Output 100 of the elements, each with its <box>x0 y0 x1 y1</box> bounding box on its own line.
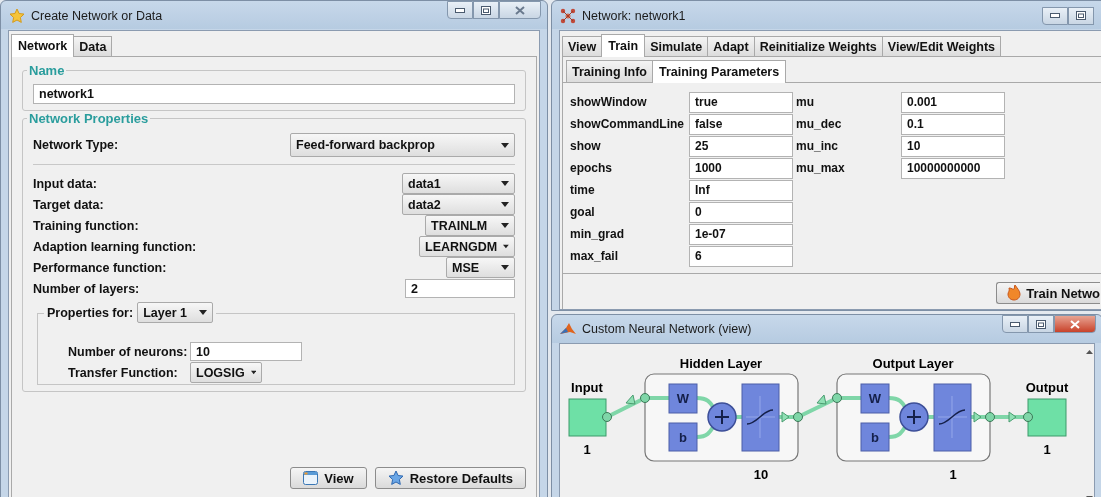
weight-block: W <box>668 383 698 414</box>
dropdown[interactable]: data2 <box>402 194 515 215</box>
bias-block: b <box>668 422 698 452</box>
node-icon <box>985 412 995 422</box>
caret-icon <box>501 142 509 148</box>
layer-title: Hidden Layer <box>679 356 763 371</box>
input-field[interactable]: 10 <box>190 342 302 361</box>
name-field[interactable]: network1 <box>33 84 515 104</box>
tab[interactable]: Train <box>601 34 646 57</box>
output-label: Output <box>1025 380 1069 395</box>
dropdown[interactable]: Feed-forward backprop <box>290 133 515 157</box>
field-label: Performance function: <box>33 260 167 275</box>
weight-block: W <box>860 383 890 414</box>
parameter-field[interactable]: false <box>689 113 793 135</box>
maximize-button[interactable] <box>1068 6 1094 25</box>
layer-size: 1 <box>949 467 957 482</box>
output-block <box>1027 398 1067 437</box>
close-button[interactable] <box>499 1 541 19</box>
field-label: Network Type: <box>33 138 119 152</box>
star-icon <box>9 7 25 24</box>
field-label: Adaption learning function: <box>33 239 197 254</box>
parameter-field[interactable]: 6 <box>689 245 793 267</box>
parameter-name: showWindow <box>570 95 648 109</box>
field-label: Properties for: <box>47 305 134 320</box>
parameter-field[interactable]: Inf <box>689 179 793 201</box>
transfer-function-block <box>933 383 972 452</box>
parameter-field[interactable]: 0.001 <box>901 91 1005 113</box>
parameter-name: time <box>570 183 596 197</box>
output-size: 1 <box>1043 442 1051 457</box>
peak-icon <box>560 322 576 336</box>
tab[interactable]: Data <box>73 36 113 56</box>
parameter-field[interactable]: 1000 <box>689 157 793 179</box>
tab[interactable]: View/Edit Weights <box>881 36 1002 56</box>
dropdown[interactable]: data1 <box>402 173 515 194</box>
tab[interactable]: Adapt <box>707 36 755 56</box>
caret-icon <box>199 310 208 315</box>
sum-icon <box>899 402 929 432</box>
view-button[interactable]: View <box>290 467 367 489</box>
parameter-field[interactable]: true <box>689 91 793 113</box>
dropdown[interactable]: Layer 1 <box>137 302 214 323</box>
close-button[interactable] <box>1054 315 1096 333</box>
caret-icon <box>501 223 509 228</box>
dropdown[interactable]: MSE <box>446 257 515 278</box>
tab[interactable]: Reinitialize Weights <box>753 36 883 56</box>
restore-defaults-button[interactable]: Restore Defaults <box>374 467 526 489</box>
parameter-name: mu <box>796 95 815 109</box>
node-icon <box>793 412 803 422</box>
parameter-field[interactable]: 10000000000 <box>901 157 1005 179</box>
tab[interactable]: View <box>562 36 603 56</box>
section-title: Name <box>28 63 66 78</box>
tab[interactable]: Simulate <box>644 36 709 56</box>
dropdown[interactable]: LEARNGDM <box>419 236 515 257</box>
maximize-icon <box>1076 11 1086 20</box>
input-size: 1 <box>583 442 591 457</box>
parameter-field[interactable]: 1e-07 <box>689 223 793 245</box>
input-block <box>568 398 607 437</box>
minimize-button[interactable] <box>1002 315 1028 333</box>
field-label: Number of neurons: <box>68 344 189 359</box>
dropdown[interactable]: LOGSIG <box>190 362 262 383</box>
window-title: Custom Neural Network (view) <box>582 322 752 336</box>
layer-title: Output Layer <box>872 356 954 371</box>
bias-block: b <box>860 422 890 452</box>
parameter-name: epochs <box>570 161 613 175</box>
minimize-icon <box>455 7 465 13</box>
network-icon <box>560 7 576 24</box>
node-icon <box>832 393 842 403</box>
parameter-name: mu_inc <box>796 139 839 153</box>
parameter-field[interactable]: 10 <box>901 135 1005 157</box>
close-icon <box>1070 319 1080 329</box>
parameter-field[interactable]: 0.1 <box>901 113 1005 135</box>
tab[interactable]: Training Parameters <box>652 60 787 83</box>
node-icon <box>1023 412 1033 422</box>
minimize-icon <box>1010 321 1020 327</box>
parameter-name: max_fail <box>570 249 620 263</box>
tab[interactable]: Training Info <box>566 60 653 82</box>
maximize-button[interactable] <box>1028 315 1054 333</box>
parameter-name: goal <box>570 205 596 219</box>
star-icon <box>387 470 404 486</box>
close-icon <box>515 5 525 15</box>
caret-icon <box>501 181 509 186</box>
section-title: Network Properties <box>28 111 150 126</box>
minimize-button[interactable] <box>447 1 473 19</box>
field-label: Training function: <box>33 218 139 233</box>
dropdown[interactable]: TRAINLM <box>425 215 515 236</box>
maximize-button[interactable] <box>473 1 499 19</box>
minimize-button[interactable] <box>1042 6 1068 25</box>
parameter-field[interactable]: 25 <box>689 135 793 157</box>
window-title: Create Network or Data <box>31 8 163 23</box>
parameter-name: show <box>570 139 602 153</box>
input-field[interactable]: 2 <box>405 279 515 298</box>
parameter-name: mu_dec <box>796 117 843 131</box>
caret-icon <box>503 244 509 249</box>
parameter-field[interactable]: 0 <box>689 201 793 223</box>
window-icon <box>303 471 319 485</box>
scroll-up-icon[interactable] <box>1086 350 1093 354</box>
tab[interactable]: Network <box>11 34 75 57</box>
layer-size: 10 <box>753 467 769 482</box>
node-icon <box>640 393 650 403</box>
train-network-button[interactable]: Train Netwo <box>996 282 1100 304</box>
transfer-function-block <box>741 383 780 452</box>
